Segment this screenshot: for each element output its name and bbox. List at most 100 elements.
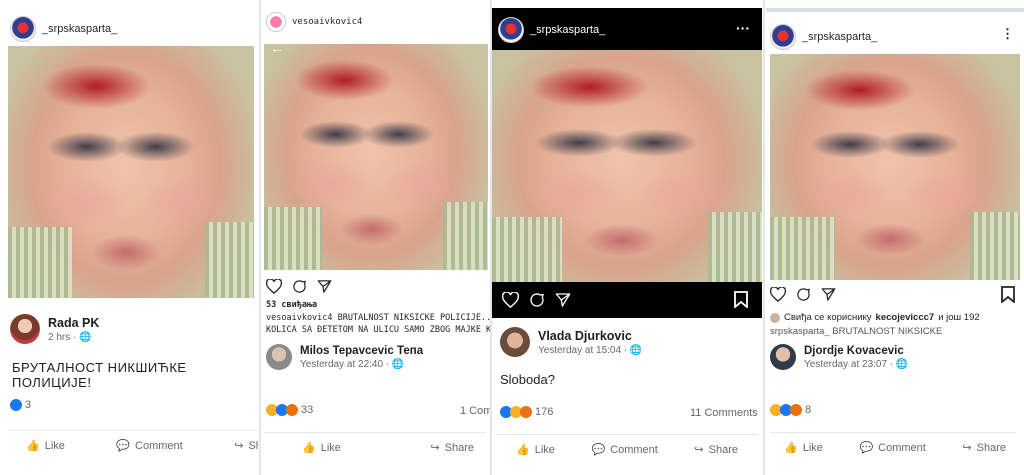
comments-count[interactable]: 1 Com — [460, 405, 490, 417]
author-name[interactable]: Milos Tepavcevic Тепа — [300, 345, 423, 357]
comment-button[interactable]: 💬 Comment — [116, 439, 183, 453]
share-button[interactable]: ↪ Sha — [234, 439, 258, 453]
avatar[interactable] — [10, 314, 40, 344]
timestamp[interactable]: 2 hrs — [48, 332, 70, 343]
reaction-count: 3 — [25, 399, 32, 411]
avatar[interactable] — [498, 17, 524, 43]
comment-icon[interactable] — [529, 292, 545, 308]
heart-icon[interactable] — [502, 292, 519, 308]
screenshot-panel-2: vesoaivkovic4 ← 53 свиђања vesoaivkovic4… — [262, 0, 490, 475]
send-icon[interactable] — [555, 292, 571, 308]
more-icon[interactable]: ··· — [736, 20, 750, 36]
author-name[interactable]: Djordje Kovacevic — [804, 345, 908, 357]
comment-button[interactable]: 💬 Comment — [859, 441, 926, 455]
ig-actions — [502, 292, 571, 308]
reactions[interactable]: 33 — [266, 404, 313, 416]
liked-by[interactable]: Свиђа се кориснику kecojeviccc7 и још 19… — [770, 312, 980, 323]
caption-line-1: vesoaivkovic4 BRUTALNOST NIKSICKE POLICI… — [266, 313, 490, 323]
send-icon[interactable] — [821, 287, 836, 302]
post-photo: ← — [264, 44, 488, 270]
author-name[interactable]: Vlada Djurkovic — [538, 329, 642, 343]
screenshot-panel-3: ← _srpskasparta_ ··· Vlada Djurkovic Yes… — [492, 0, 762, 475]
share-button[interactable]: ↪ Share — [430, 441, 474, 455]
liked-by-user[interactable]: kecojeviccc7 — [876, 312, 935, 323]
like-label: Like — [44, 439, 65, 452]
bookmark-icon[interactable] — [734, 291, 748, 308]
thumbs-up-icon: 👍 — [26, 440, 40, 452]
bookmark-icon[interactable] — [1001, 286, 1015, 303]
divider — [763, 0, 765, 475]
post-text: БРУТАЛНОСТ НИКШИЋКЕ ПОЛИЦИЈЕ! — [12, 360, 187, 390]
comment-icon: 💬 — [859, 442, 874, 454]
reaction-count: 176 — [535, 406, 554, 418]
reactions[interactable]: 3 — [10, 399, 31, 411]
comment-label: Comment — [135, 439, 183, 452]
thumbs-up-icon: 👍 — [516, 444, 530, 456]
reaction-count: 8 — [805, 404, 812, 416]
avatar[interactable] — [500, 327, 530, 357]
reactions[interactable]: 176 — [500, 406, 553, 418]
screenshot-panel-1: _srpskasparta_ Rada PK 2 hrs · 🌐 БРУТАЛН… — [0, 0, 258, 475]
ig-header: _srpskasparta_ — [498, 17, 605, 43]
like-button[interactable]: 👍 Like — [784, 441, 823, 455]
action-bar: 👍 Like 💬 Comment ↪ Share — [496, 434, 758, 456]
ig-header: _srpskasparta_ — [770, 24, 877, 50]
share-label: Share — [444, 441, 474, 454]
reaction-count: 33 — [301, 404, 314, 416]
reactions[interactable]: 8 — [770, 404, 811, 416]
send-icon[interactable] — [317, 279, 332, 294]
avatar[interactable] — [770, 344, 796, 370]
fb-author: Rada PK 2 hrs · 🌐 — [10, 314, 99, 344]
comments-count[interactable]: 11 Comments — [690, 407, 758, 419]
timestamp[interactable]: Yesterday at 23:07 — [804, 359, 887, 370]
divider — [259, 0, 261, 475]
more-icon[interactable]: ⋮ — [1001, 26, 1014, 42]
share-icon: ↪ — [430, 442, 440, 454]
caption-partial: srpskasparta_ BRUTALNOST NIKSICKE — [770, 326, 943, 337]
action-bar: 👍 Like ↪ Share — [264, 432, 486, 454]
comment-label: Comment — [878, 441, 926, 454]
action-bar: 👍 Like 💬 Comment ↪ Sha — [8, 430, 258, 452]
globe-icon: 🌐 — [391, 358, 405, 370]
comment-icon[interactable] — [292, 279, 307, 294]
likes-count[interactable]: 53 свиђања — [266, 299, 317, 311]
ig-header: vesoaivkovic4 — [266, 12, 362, 32]
share-icon: ↪ — [962, 442, 972, 454]
like-button[interactable]: 👍 Like — [26, 439, 65, 453]
like-button[interactable]: 👍 Like — [302, 441, 341, 455]
liked-by-prefix: Свиђа се кориснику — [784, 312, 872, 323]
caption-line-2: KOLICA SA ĐETETOM NA ULICU SAMO ZBOG MAJ… — [266, 325, 490, 335]
author-name[interactable]: Rada PK — [48, 316, 99, 330]
share-button[interactable]: ↪ Share — [962, 441, 1006, 455]
timestamp[interactable]: Yesterday at 22:40 — [300, 359, 383, 370]
comment-icon: 💬 — [116, 440, 131, 452]
back-arrow-icon[interactable]: ← — [270, 44, 284, 56]
comment-button[interactable]: 💬 Comment — [591, 443, 657, 457]
heart-icon[interactable] — [266, 279, 282, 294]
like-button[interactable]: 👍 Like — [516, 443, 555, 457]
comment-icon: 💬 — [591, 444, 606, 456]
avatar — [770, 312, 780, 323]
username[interactable]: vesoaivkovic4 — [292, 17, 362, 27]
avatar[interactable] — [266, 12, 286, 32]
liked-by-suffix: и још 192 — [938, 312, 980, 323]
heart-icon[interactable] — [770, 287, 786, 302]
username[interactable]: _srpskasparta_ — [42, 23, 117, 35]
like-label: Like — [320, 441, 341, 454]
thumbs-up-icon: 👍 — [302, 442, 316, 454]
timestamp[interactable]: Yesterday at 15:04 — [538, 345, 621, 356]
username[interactable]: _srpskasparta_ — [802, 31, 877, 43]
like-label: Like — [534, 443, 555, 456]
screenshot-panel-4: _srpskasparta_ ⋮ Свиђа се кориснику keco… — [766, 0, 1024, 475]
avatar[interactable] — [10, 16, 36, 42]
like-label: Like — [802, 441, 823, 454]
avatar[interactable] — [770, 24, 796, 50]
avatar[interactable] — [266, 344, 292, 370]
like-reaction-icon — [10, 399, 22, 411]
ig-actions — [770, 287, 836, 302]
share-button[interactable]: ↪ Share — [694, 443, 738, 457]
share-label: Share — [976, 441, 1006, 454]
comment-icon[interactable] — [796, 287, 811, 302]
username[interactable]: _srpskasparta_ — [530, 24, 605, 36]
angry-reaction-icon — [286, 404, 298, 416]
